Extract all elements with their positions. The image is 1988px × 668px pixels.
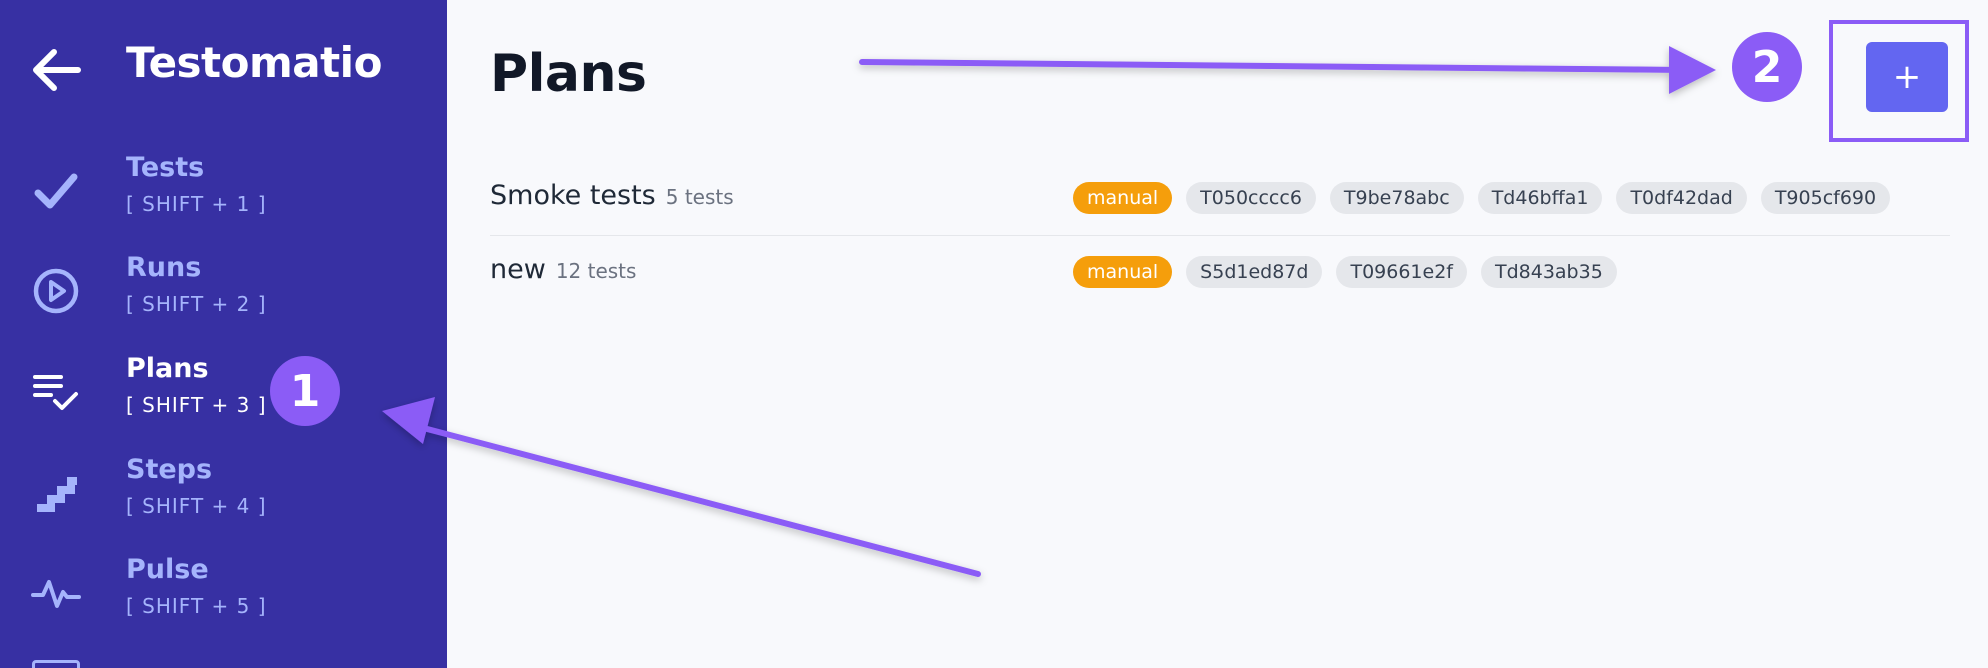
next-nav-icon xyxy=(32,660,80,668)
sidebar-item-tests[interactable]: Tests [ SHIFT + 1 ] xyxy=(0,144,447,236)
plan-name[interactable]: new 12 tests xyxy=(490,254,636,285)
sidebar-item-shortcut: [ SHIFT + 5 ] xyxy=(126,594,267,618)
plan-tags: manual T050cccc6 T9be78abc Td46bffa1 T0d… xyxy=(1073,182,1891,214)
plan-tags: manual S5d1ed87d T09661e2f Td843ab35 xyxy=(1073,256,1617,288)
sidebar-item-shortcut: [ SHIFT + 2 ] xyxy=(126,292,267,316)
sidebar-item-label: Runs xyxy=(126,252,202,283)
sidebar-item-label: Plans xyxy=(126,353,209,384)
test-tag[interactable]: S5d1ed87d xyxy=(1186,256,1323,288)
test-tag[interactable]: T09661e2f xyxy=(1336,256,1467,288)
sidebar-item-steps[interactable]: Steps [ SHIFT + 4 ] xyxy=(0,446,447,538)
test-tag[interactable]: Td843ab35 xyxy=(1480,256,1617,288)
page-title: Plans xyxy=(490,44,647,104)
test-tag[interactable]: T905cf690 xyxy=(1760,182,1891,214)
sidebar-item-label: Tests xyxy=(126,152,205,183)
pulse-icon xyxy=(28,568,84,618)
sidebar-item-label: Steps xyxy=(126,454,213,485)
app-title: Testomatio xyxy=(126,38,382,87)
plan-test-count: 5 tests xyxy=(665,185,734,209)
plan-title: Smoke tests xyxy=(490,180,656,211)
sidebar: Testomatio Tests [ SHIFT + 1 ] Runs [ SH… xyxy=(0,0,447,668)
add-plan-button[interactable]: + xyxy=(1866,42,1948,112)
manual-tag[interactable]: manual xyxy=(1073,256,1173,288)
test-tag[interactable]: T9be78abc xyxy=(1329,182,1464,214)
step-badge-2: 2 xyxy=(1732,32,1802,102)
back-button[interactable] xyxy=(28,42,84,98)
check-icon xyxy=(28,166,84,216)
manual-tag[interactable]: manual xyxy=(1073,182,1173,214)
stairs-icon xyxy=(28,468,84,518)
test-tag[interactable]: T050cccc6 xyxy=(1186,182,1316,214)
sidebar-item-label: Pulse xyxy=(126,554,209,585)
step-badge-1: 1 xyxy=(270,356,340,426)
list-check-icon xyxy=(28,367,84,417)
plan-title: new xyxy=(490,254,546,285)
sidebar-item-runs[interactable]: Runs [ SHIFT + 2 ] xyxy=(0,244,447,336)
arrow-left-icon xyxy=(33,49,81,91)
sidebar-item-shortcut: [ SHIFT + 1 ] xyxy=(126,192,267,216)
test-tag[interactable]: Td46bffa1 xyxy=(1477,182,1603,214)
plan-name[interactable]: Smoke tests 5 tests xyxy=(490,180,734,211)
sidebar-item-shortcut: [ SHIFT + 3 ] xyxy=(126,393,267,417)
play-circle-icon xyxy=(28,266,84,316)
sidebar-item-plans[interactable]: Plans [ SHIFT + 3 ] xyxy=(0,345,447,437)
plan-test-count: 12 tests xyxy=(555,259,637,283)
plan-row: Smoke tests 5 tests manual T050cccc6 T9be… xyxy=(490,162,1950,236)
plan-row: new 12 tests manual S5d1ed87d T09661e2f T… xyxy=(490,236,1950,310)
sidebar-item-pulse[interactable]: Pulse [ SHIFT + 5 ] xyxy=(0,546,447,638)
sidebar-item-shortcut: [ SHIFT + 4 ] xyxy=(126,494,267,518)
test-tag[interactable]: T0df42dad xyxy=(1616,182,1747,214)
